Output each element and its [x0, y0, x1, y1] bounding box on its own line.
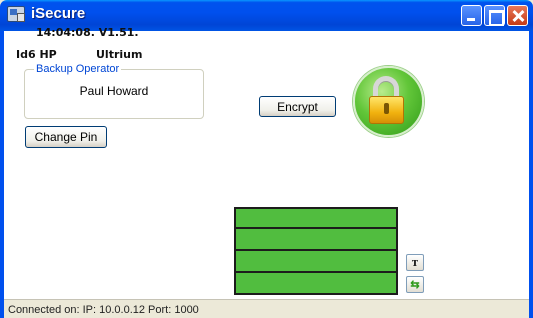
backup-operator-label: Backup Operator	[34, 63, 122, 75]
minimize-button[interactable]	[461, 5, 482, 26]
drive-status-row	[236, 229, 396, 251]
drive-status-panel	[234, 207, 398, 295]
close-button[interactable]	[507, 5, 528, 26]
refresh-icon[interactable]: ⇆	[406, 276, 424, 293]
keyhole-icon	[384, 103, 389, 114]
app-window: iSecure Backup Operator Paul Howard Chan…	[0, 0, 533, 318]
drive-status-row	[236, 209, 396, 229]
status-bar: Connected on: IP: 10.0.0.12 Port: 1000	[4, 299, 529, 318]
change-pin-button[interactable]: Change Pin	[25, 126, 107, 148]
window-title: iSecure	[31, 5, 86, 22]
window-frame-right	[529, 31, 533, 318]
eject-icon[interactable]: т	[406, 254, 424, 271]
operator-name: Paul Howard	[79, 84, 149, 98]
app-icon[interactable]	[7, 6, 25, 22]
drive-status-row	[236, 251, 396, 273]
encrypt-button[interactable]: Encrypt	[259, 96, 336, 117]
maximize-button[interactable]	[484, 5, 505, 26]
drive-id-text: Id6 HP	[16, 48, 57, 61]
drive-status-row	[236, 273, 396, 293]
connection-status: Connected on: IP: 10.0.0.12 Port: 1000	[8, 304, 199, 316]
drive-model-text: Ultrium	[96, 48, 143, 61]
time-version-text: 14:04:08. V1.51.	[36, 26, 139, 39]
